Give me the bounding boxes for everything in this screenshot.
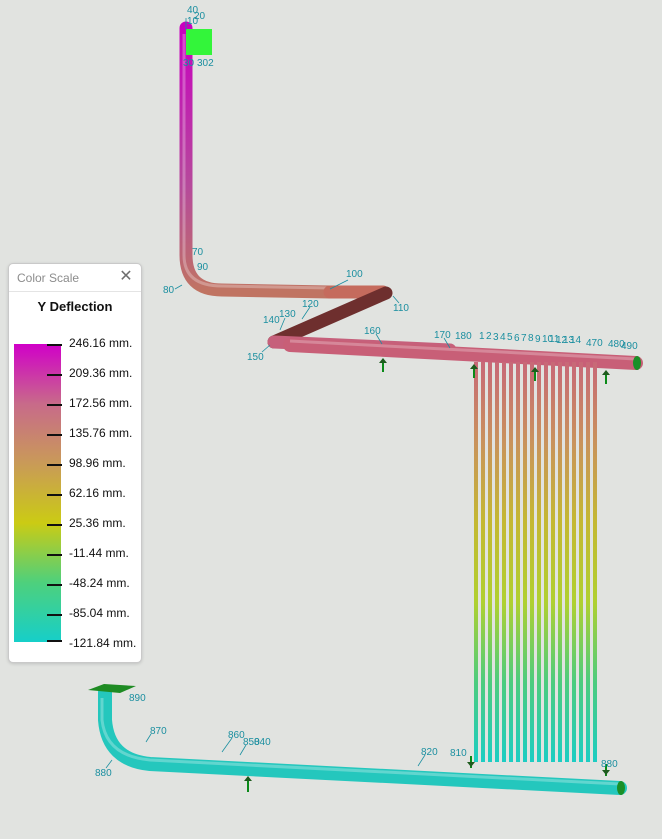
- node-label: 840: [254, 737, 271, 748]
- flange-bottom: [88, 684, 136, 693]
- pipe-top-header: [283, 338, 643, 370]
- layer-label: 3: [493, 332, 499, 343]
- layer-label: 1: [479, 331, 485, 342]
- tube-bundle: [474, 362, 597, 762]
- scale-label: 209.36 mm.: [69, 366, 133, 380]
- node-label: 130: [279, 309, 296, 320]
- node-label: 150: [247, 352, 264, 363]
- scale-tick: [47, 554, 62, 556]
- node-label: 120: [302, 299, 319, 310]
- anchor-block[interactable]: [186, 29, 212, 55]
- scale-label: -85.04 mm.: [69, 606, 130, 620]
- scale-tick: [47, 584, 62, 586]
- layer-label: 14: [570, 335, 582, 346]
- node-label: 302: [197, 58, 214, 69]
- scale-label: 98.96 mm.: [69, 456, 126, 470]
- support-icon[interactable]: [379, 358, 387, 372]
- support-icon[interactable]: [602, 370, 610, 384]
- layer-label: 4: [500, 332, 506, 343]
- node-label: 110: [393, 303, 409, 314]
- layer-labels: 1 2 3 4 5 6 7 8 9 10 11 12 13 14: [479, 331, 582, 346]
- scale-tick: [47, 524, 62, 526]
- node-label: 70: [192, 247, 204, 258]
- scale-label: -48.24 mm.: [69, 576, 130, 590]
- node-label: 170: [434, 330, 451, 341]
- node-label: 80: [163, 285, 175, 296]
- layer-label: 9: [535, 334, 541, 345]
- node-label: 140: [263, 315, 280, 326]
- node-label: 10: [187, 16, 199, 27]
- pipe-bottom-return: [98, 685, 627, 795]
- color-scale-window[interactable]: Color Scale ✕ Y Deflection 246.16 mm. 20…: [8, 263, 142, 663]
- node-label: 180: [455, 331, 472, 342]
- node-label: 30: [183, 58, 195, 69]
- support-icon[interactable]: [244, 776, 252, 792]
- support-icon[interactable]: [467, 756, 475, 768]
- scale-label: 246.16 mm.: [69, 336, 133, 350]
- scale-label: 25.36 mm.: [69, 516, 126, 530]
- scale-label: 172.56 mm.: [69, 396, 133, 410]
- node-label: 100: [346, 269, 363, 280]
- node-label: 810: [450, 748, 467, 759]
- scale-tick: [47, 404, 62, 406]
- scale-labels: 246.16 mm. 209.36 mm. 172.56 mm. 135.76 …: [9, 264, 141, 662]
- node-label: 160: [364, 326, 381, 337]
- scale-tick: [47, 614, 62, 616]
- node-label: 90: [197, 262, 209, 273]
- node-label: 820: [421, 747, 438, 758]
- node-label: 890: [129, 693, 146, 704]
- node-label: 490: [621, 341, 638, 352]
- layer-label: 6: [514, 333, 520, 344]
- scale-tick: [47, 434, 62, 436]
- scale-label: -121.84 mm.: [69, 636, 137, 650]
- layer-label: 5: [507, 332, 513, 343]
- layer-label: 7: [521, 333, 527, 344]
- layer-label: 8: [528, 333, 534, 344]
- scale-tick: [47, 640, 62, 642]
- node-label: 870: [150, 726, 167, 737]
- scale-tick: [47, 494, 62, 496]
- scale-tick: [47, 374, 62, 376]
- node-label: 880: [601, 759, 618, 770]
- pipe-end-cap-top: [633, 356, 641, 370]
- node-label: 470: [586, 338, 603, 349]
- scale-label: -11.44 mm.: [69, 546, 129, 560]
- scale-label: 62.16 mm.: [69, 486, 126, 500]
- scale-tick: [47, 464, 62, 466]
- node-label: 880: [95, 768, 112, 779]
- pipe-riser-highlight: [182, 34, 331, 290]
- scale-tick: [47, 344, 62, 346]
- scale-label: 135.76 mm.: [69, 426, 133, 440]
- node-labels: 40 20 10 30 302 70 90 80 100 110 120 130…: [95, 5, 638, 779]
- pipe-end-cap-bottom: [617, 781, 625, 795]
- layer-label: 2: [486, 331, 492, 342]
